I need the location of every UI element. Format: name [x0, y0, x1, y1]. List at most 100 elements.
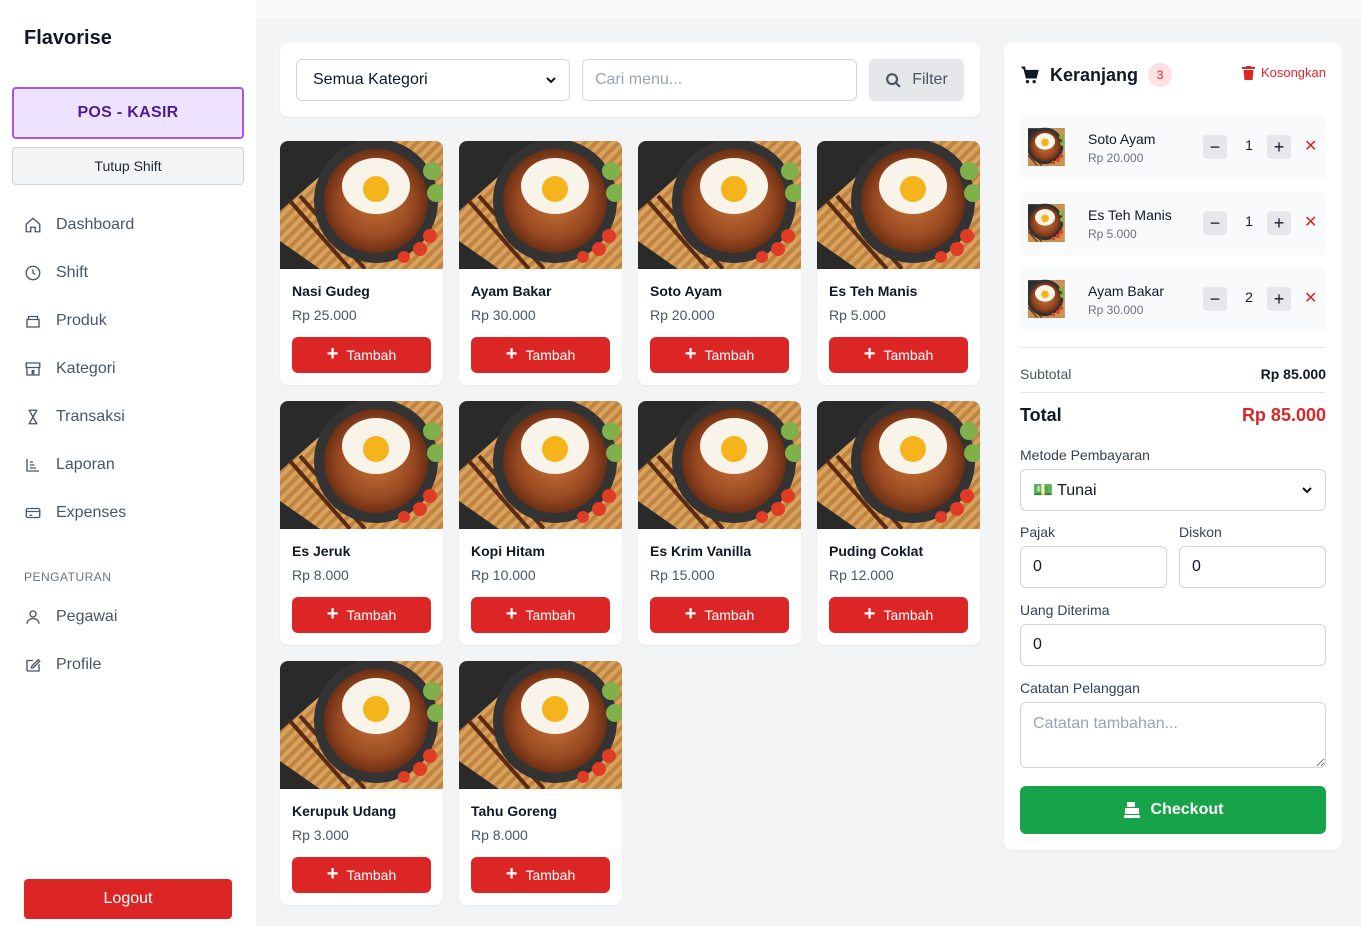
- product-image: [459, 401, 622, 529]
- add-to-cart-button[interactable]: + Tambah: [471, 857, 610, 893]
- close-shift-button[interactable]: Tutup Shift: [12, 147, 244, 185]
- increase-qty-button[interactable]: +: [1267, 211, 1291, 235]
- remove-item-icon[interactable]: ✕: [1304, 212, 1317, 232]
- filter-button[interactable]: Filter: [869, 59, 964, 101]
- nav-label: Transaksi: [56, 408, 125, 425]
- add-label: Tambah: [883, 607, 934, 623]
- filter-button-label: Filter: [912, 71, 948, 88]
- add-to-cart-button[interactable]: + Tambah: [292, 597, 431, 633]
- box-icon: [26, 315, 40, 328]
- hourglass-icon: [28, 409, 38, 425]
- product-image: [459, 141, 622, 269]
- cart-item-name: Es Teh Manis: [1088, 207, 1172, 223]
- cart-item-image: [1028, 275, 1076, 323]
- clock-icon: [25, 265, 41, 281]
- payment-method-value: 💵 Tunai: [1033, 482, 1097, 499]
- cart-header: Keranjang 3: [1020, 63, 1173, 87]
- received-input[interactable]: [1020, 624, 1326, 666]
- product-card: Nasi Gudeg Rp 25.000 + Tambah: [280, 141, 443, 385]
- product-name: Es Teh Manis: [829, 283, 918, 299]
- nav-label: Pegawai: [56, 608, 118, 625]
- clear-cart-button[interactable]: Kosongkan: [1241, 65, 1326, 80]
- nav-item-produk[interactable]: Produk: [24, 309, 107, 333]
- nav-item-transaksi[interactable]: Transaksi: [24, 405, 125, 429]
- tax-input[interactable]: [1020, 546, 1167, 588]
- cart-item-qty: 2: [1245, 289, 1253, 305]
- nav-item-expenses[interactable]: Expenses: [24, 501, 126, 525]
- add-to-cart-button[interactable]: + Tambah: [292, 337, 431, 373]
- cart-item: Soto Ayam Rp 20.000 − 1 + ✕: [1020, 115, 1326, 179]
- add-to-cart-button[interactable]: + Tambah: [650, 337, 789, 373]
- category-select-value: Semua Kategori: [313, 71, 428, 88]
- filter-bar: Semua Kategori Filter: [280, 43, 980, 117]
- checkout-button[interactable]: Checkout: [1020, 786, 1326, 834]
- plus-icon: +: [863, 343, 876, 365]
- product-name: Kopi Hitam: [471, 543, 545, 559]
- increase-qty-button[interactable]: +: [1267, 287, 1291, 311]
- plus-icon: +: [326, 603, 339, 625]
- nav-item-laporan[interactable]: Laporan: [24, 453, 115, 477]
- product-name: Es Krim Vanilla: [650, 543, 752, 559]
- payment-method-select[interactable]: 💵 Tunai: [1020, 469, 1326, 511]
- cart-item-image: [1028, 199, 1076, 247]
- category-select[interactable]: Semua Kategori: [296, 59, 570, 101]
- add-to-cart-button[interactable]: + Tambah: [292, 857, 431, 893]
- add-label: Tambah: [346, 347, 397, 363]
- increase-qty-button[interactable]: +: [1267, 135, 1291, 159]
- product-name: Kerupuk Udang: [292, 803, 397, 819]
- product-card: Soto Ayam Rp 20.000 + Tambah: [638, 141, 801, 385]
- product-card: Kerupuk Udang Rp 3.000 + Tambah: [280, 661, 443, 905]
- decrease-qty-button[interactable]: −: [1203, 135, 1227, 159]
- add-to-cart-button[interactable]: + Tambah: [471, 337, 610, 373]
- cart-item: Ayam Bakar Rp 30.000 − 2 + ✕: [1020, 267, 1326, 331]
- nav-item-profile[interactable]: Profile: [24, 653, 101, 677]
- product-image: [459, 661, 622, 789]
- payment-method-label: Metode Pembayaran: [1020, 447, 1150, 463]
- notes-label: Catatan Pelanggan: [1020, 680, 1140, 696]
- product-image: [280, 401, 443, 529]
- logout-button[interactable]: Logout: [24, 879, 232, 919]
- total-label: Total: [1020, 405, 1062, 425]
- search-input[interactable]: [582, 59, 857, 101]
- decrease-qty-button[interactable]: −: [1203, 287, 1227, 311]
- product-price: Rp 12.000: [829, 567, 894, 583]
- nav-label: Expenses: [56, 504, 127, 521]
- add-label: Tambah: [704, 607, 755, 623]
- add-label: Tambah: [525, 607, 576, 623]
- product-card: Ayam Bakar Rp 30.000 + Tambah: [459, 141, 622, 385]
- decrease-qty-button[interactable]: −: [1203, 211, 1227, 235]
- user-icon: [26, 610, 40, 624]
- discount-label: Diskon: [1179, 524, 1222, 540]
- add-to-cart-button[interactable]: + Tambah: [471, 597, 610, 633]
- cart-item-qty: 1: [1245, 137, 1253, 153]
- discount-input[interactable]: [1179, 546, 1326, 588]
- product-card: Es Teh Manis Rp 5.000 + Tambah: [817, 141, 980, 385]
- add-label: Tambah: [346, 867, 397, 883]
- add-to-cart-button[interactable]: + Tambah: [829, 597, 968, 633]
- product-image: [817, 401, 980, 529]
- received-label: Uang Diterima: [1020, 602, 1110, 618]
- nav-item-pegawai[interactable]: Pegawai: [24, 605, 117, 629]
- settings-section-label: PENGATURAN: [24, 570, 112, 584]
- pos-kasir-button[interactable]: POS - KASIR: [12, 87, 244, 139]
- home-icon: [25, 217, 41, 233]
- cart-item-price: Rp 5.000: [1088, 227, 1137, 241]
- plus-icon: +: [326, 343, 339, 365]
- add-label: Tambah: [525, 347, 576, 363]
- product-price: Rp 30.000: [471, 307, 536, 323]
- nav-item-dashboard[interactable]: Dashboard: [24, 213, 134, 237]
- product-card: Es Jeruk Rp 8.000 + Tambah: [280, 401, 443, 645]
- add-to-cart-button[interactable]: + Tambah: [650, 597, 789, 633]
- trash-icon: [1241, 65, 1255, 80]
- cart-title: Keranjang: [1050, 64, 1139, 85]
- product-name: Es Jeruk: [292, 543, 351, 559]
- remove-item-icon[interactable]: ✕: [1304, 288, 1317, 308]
- nav-item-shift[interactable]: Shift: [24, 261, 88, 285]
- nav-item-kategori[interactable]: Kategori: [24, 357, 116, 381]
- edit-icon: [26, 658, 41, 672]
- add-to-cart-button[interactable]: + Tambah: [829, 337, 968, 373]
- notes-textarea[interactable]: [1020, 702, 1326, 768]
- product-price: Rp 8.000: [471, 827, 528, 843]
- chevron-down-icon: [1302, 487, 1312, 494]
- remove-item-icon[interactable]: ✕: [1304, 136, 1317, 156]
